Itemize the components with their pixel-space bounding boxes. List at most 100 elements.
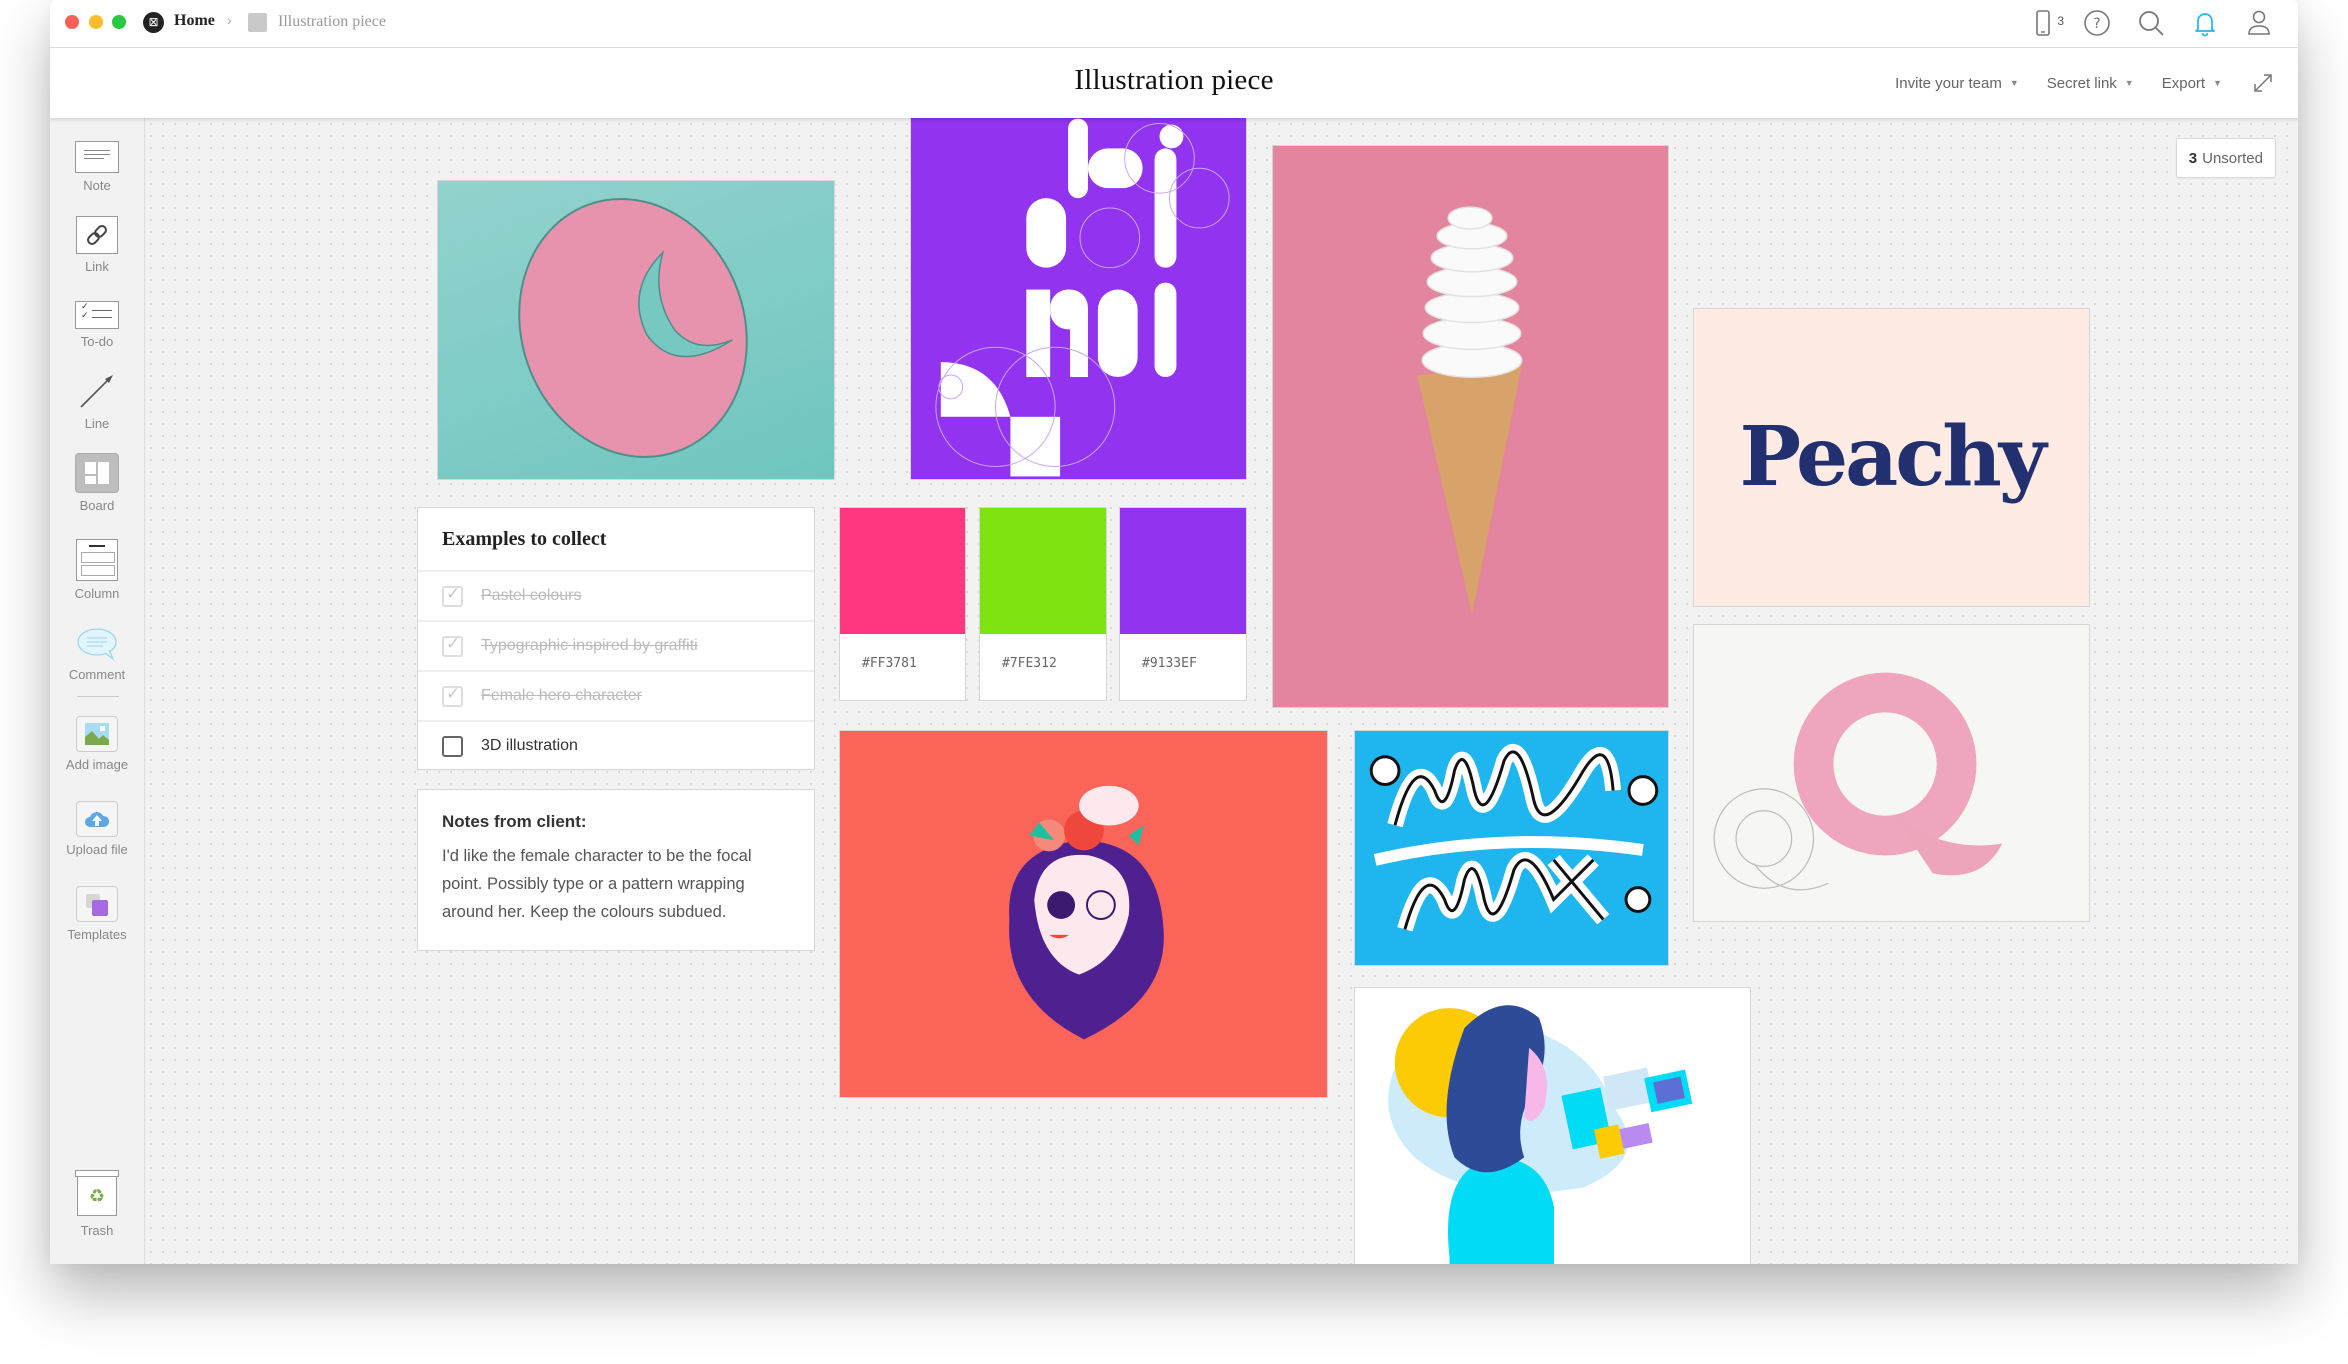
tool-comment-label: Comment (68, 667, 126, 682)
caret-down-icon: ▼ (2213, 78, 2222, 88)
image-card-teal-swirl[interactable] (437, 180, 835, 480)
note-card[interactable]: Notes from client: I'd like the female c… (417, 789, 815, 951)
todo-icon: ✓ ✓ (75, 301, 119, 329)
search-button[interactable] (2134, 6, 2168, 40)
todo-item: 3D illustration (418, 722, 814, 769)
tool-column[interactable]: Column (50, 539, 144, 601)
image-card-woman-red[interactable] (839, 730, 1328, 1098)
secret-link-button[interactable]: Secret link ▼ (2047, 75, 2134, 92)
tool-templates-label: Templates (67, 927, 127, 942)
tool-templates[interactable]: Templates (50, 886, 144, 942)
swatch-hex-label[interactable]: #9133EF (1120, 634, 1246, 671)
tool-note[interactable]: Note (50, 141, 144, 193)
color-swatch[interactable]: #9133EF (1119, 507, 1247, 701)
todo-card[interactable]: Examples to collect Pastel colours Typog… (417, 507, 815, 770)
bell-icon (2195, 13, 2215, 37)
sidebar-divider (77, 696, 119, 697)
tool-note-label: Note (83, 178, 111, 193)
upload-cloud-icon (76, 801, 118, 837)
trash-label: Trash (80, 1223, 114, 1238)
swatch-color-fill (840, 508, 965, 634)
trash-icon: ♻ (75, 1170, 119, 1218)
todo-text[interactable]: Female hero character (481, 687, 642, 705)
fullscreen-button[interactable] (2250, 70, 2276, 96)
invite-team-button[interactable]: Invite your team ▼ (1895, 75, 2019, 92)
templates-icon (76, 886, 118, 922)
mobile-phone-icon (2036, 10, 2050, 36)
trash[interactable]: ♻ Trash (50, 1170, 144, 1238)
swatch-hex-label[interactable]: #FF3781 (840, 634, 965, 671)
top-toolbar: 3 ? (2026, 6, 2276, 40)
image-card-ice-cream[interactable] (1272, 145, 1669, 708)
milanote-logo-icon[interactable]: ⊠ (143, 12, 164, 33)
tool-comment[interactable]: Comment (50, 626, 144, 682)
export-label: Export (2161, 74, 2206, 92)
invite-team-label: Invite your team (1895, 74, 2002, 92)
zoom-window-button[interactable] (112, 15, 126, 29)
image-card-peachy[interactable]: Peachy (1693, 308, 2090, 607)
mobile-app-button[interactable]: 3 (2026, 6, 2064, 40)
todo-checkbox-checked[interactable] (442, 584, 463, 607)
comment-icon (77, 628, 117, 662)
tool-todo[interactable]: ✓ ✓ To-do (50, 301, 144, 349)
tool-column-label: Column (74, 586, 120, 601)
link-icon (76, 216, 118, 254)
image-card-mix-lettering[interactable] (1354, 730, 1669, 966)
account-button[interactable] (2242, 6, 2276, 40)
todo-checkbox-checked[interactable] (442, 684, 463, 707)
todo-item: Female hero character (418, 672, 814, 722)
todo-text[interactable]: Pastel colours (481, 587, 582, 605)
help-button[interactable]: ? (2080, 6, 2114, 40)
tool-link-label: Link (85, 259, 109, 274)
breadcrumb-separator: › (227, 12, 232, 28)
todo-title[interactable]: Examples to collect (418, 508, 814, 572)
color-swatch[interactable]: #FF3781 (839, 507, 966, 701)
board-icon (75, 453, 119, 493)
todo-checkbox-checked[interactable] (442, 634, 463, 657)
todo-item: Pastel colours (418, 572, 814, 622)
unsorted-button[interactable]: 3 Unsorted (2175, 138, 2276, 178)
image-icon (76, 716, 118, 752)
mix-lettering-illustration (1369, 743, 1659, 932)
swatch-hex-label[interactable]: #7FE312 (980, 634, 1106, 671)
column-icon (76, 539, 118, 581)
tool-add-image[interactable]: Add image (50, 716, 144, 772)
note-heading: Notes from client: (442, 812, 587, 831)
color-swatch[interactable]: #7FE312 (979, 507, 1107, 701)
tool-line-label: Line (84, 416, 110, 431)
unsorted-label: Unsorted (2202, 149, 2263, 167)
breadcrumb-home[interactable]: Home (174, 12, 215, 30)
tool-link[interactable]: Link (50, 216, 144, 274)
image-card-purple-type[interactable] (910, 118, 1247, 480)
image-card-q-ribbon[interactable] (1693, 624, 2090, 922)
image-card-woman-blue[interactable] (1354, 987, 1751, 1264)
todo-text[interactable]: Typographic inspired by graffiti (481, 637, 698, 655)
tool-add-image-label: Add image (65, 757, 129, 772)
tool-upload-file[interactable]: Upload file (50, 801, 144, 857)
expand-icon (2254, 74, 2272, 92)
minimize-window-button[interactable] (89, 15, 103, 29)
header-actions: Invite your team ▼ Secret link ▼ Export … (1895, 70, 2276, 96)
close-window-button[interactable] (65, 15, 79, 29)
svg-text:?: ? (2093, 16, 2100, 32)
search-icon (2139, 11, 2164, 36)
tool-board[interactable]: Board (50, 453, 144, 513)
caret-down-icon: ▼ (2009, 78, 2019, 88)
swatch-color-fill (1120, 508, 1246, 634)
export-button[interactable]: Export ▼ (2162, 75, 2222, 92)
woman-devices-illustration (1388, 1005, 1693, 1264)
notifications-button[interactable] (2188, 6, 2222, 40)
board-canvas[interactable]: 3 Unsorted Peachy Examples to collect ✓ … (145, 118, 2298, 1264)
note-icon (75, 141, 119, 173)
woman-portrait-illustration (1009, 785, 1164, 1040)
tool-board-label: Board (79, 498, 115, 513)
ice-cream-illustration (1417, 206, 1523, 615)
unsorted-count: 3 (2188, 149, 2198, 167)
title-bar: ⊠ Home › Illustration piece 3 ? (50, 0, 2298, 48)
tool-line[interactable]: Line (50, 371, 144, 431)
breadcrumb-current[interactable]: Illustration piece (278, 13, 386, 31)
todo-text[interactable]: 3D illustration (481, 737, 578, 755)
todo-checkbox-unchecked[interactable] (442, 735, 463, 757)
todo-item: Typographic inspired by graffiti (418, 622, 814, 672)
swirl-illustration (518, 198, 748, 458)
